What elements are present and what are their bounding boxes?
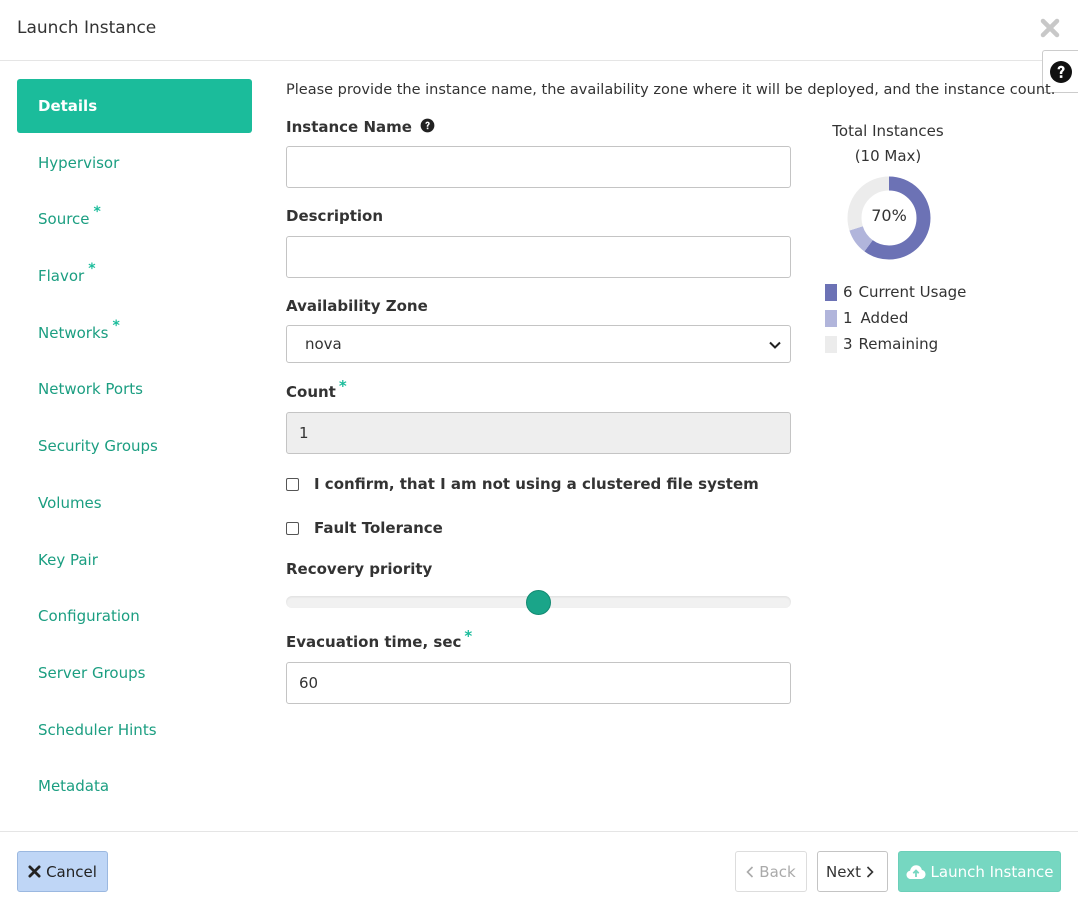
- instance-name-input[interactable]: [286, 146, 791, 188]
- recovery-priority-slider-handle[interactable]: [526, 590, 551, 615]
- description-input[interactable]: [286, 236, 791, 278]
- sidebar-item-details[interactable]: Details: [17, 79, 252, 133]
- availability-zone-value: nova: [305, 335, 342, 353]
- description-label: Description: [286, 207, 384, 225]
- quota-percent-label: 70%: [871, 206, 907, 225]
- close-icon[interactable]: [1038, 16, 1062, 40]
- fault-tolerance-label: Fault Tolerance: [314, 519, 443, 537]
- chevron-left-icon: [746, 865, 754, 878]
- cancel-button-label: Cancel: [46, 862, 97, 881]
- legend-item-current: 6 Current Usage: [825, 279, 966, 305]
- legend-count: 1: [843, 309, 853, 327]
- instance-name-label-text: Instance Name: [286, 118, 412, 136]
- sidebar-item-networks[interactable]: Networks *: [17, 306, 252, 360]
- recovery-priority-label: Recovery priority: [286, 560, 433, 578]
- sidebar-item-label: Scheduler Hints: [38, 720, 157, 739]
- legend-item-added: 1 Added: [825, 305, 966, 331]
- quota-title: Total Instances (10 Max): [818, 119, 958, 169]
- chevron-down-icon: [769, 341, 781, 349]
- sidebar-item-label: Source: [38, 210, 90, 229]
- sidebar-item-label: Configuration: [38, 607, 140, 626]
- sidebar-item-scheduler-hints[interactable]: Scheduler Hints: [17, 703, 252, 757]
- required-mark: *: [88, 261, 96, 278]
- legend-label: Remaining: [858, 335, 939, 353]
- launch-instance-button-label: Launch Instance: [930, 862, 1054, 881]
- required-mark: *: [93, 204, 101, 221]
- sidebar-item-volumes[interactable]: Volumes: [17, 476, 252, 530]
- availability-zone-label: Availability Zone: [286, 297, 428, 315]
- close-icon: [28, 865, 41, 878]
- sidebar-item-server-groups[interactable]: Server Groups: [17, 646, 252, 700]
- sidebar-item-label: Hypervisor: [38, 153, 120, 172]
- quota-legend: 6 Current Usage 1 Added 3 Remaining: [825, 279, 966, 357]
- cancel-button[interactable]: Cancel: [17, 851, 108, 892]
- details-intro-text: Please provide the instance name, the av…: [286, 82, 1056, 98]
- confirm-clustered-fs-checkbox-row[interactable]: I confirm, that I am not using a cluster…: [286, 475, 759, 493]
- confirm-clustered-fs-checkbox[interactable]: [286, 477, 299, 491]
- sidebar-item-network-ports[interactable]: Network Ports: [17, 362, 252, 416]
- wizard-sidebar: Details Hypervisor Source * Flavor * Netwo…: [17, 79, 252, 816]
- sidebar-item-label: Details: [38, 97, 98, 115]
- confirm-clustered-fs-label: I confirm, that I am not using a cluster…: [314, 475, 759, 493]
- count-label: Count *: [286, 377, 347, 401]
- sidebar-item-security-groups[interactable]: Security Groups: [17, 419, 252, 473]
- sidebar-item-label: Server Groups: [38, 663, 146, 682]
- availability-zone-select[interactable]: nova: [286, 325, 791, 363]
- chevron-right-icon: [866, 865, 874, 878]
- legend-swatch-remaining: [825, 335, 837, 353]
- launch-instance-modal: Launch Instance Details Hypervisor Sourc…: [0, 0, 1078, 908]
- sidebar-item-label: Security Groups: [38, 437, 158, 456]
- question-circle-icon: [1049, 60, 1072, 83]
- modal-footer: Cancel Back Next Launch Instance: [0, 831, 1078, 908]
- quota-title-line2: (10 Max): [854, 147, 922, 165]
- question-circle-icon[interactable]: [420, 118, 435, 133]
- cloud-upload-icon: [906, 864, 926, 879]
- modal-title: Launch Instance: [17, 18, 157, 38]
- modal-header: Launch Instance: [0, 0, 1078, 61]
- sidebar-item-hypervisor[interactable]: Hypervisor: [17, 136, 252, 190]
- sidebar-item-label: Network Ports: [38, 380, 143, 399]
- evacuation-time-label: Evacuation time, sec *: [286, 627, 472, 651]
- sidebar-item-source[interactable]: Source *: [17, 192, 252, 246]
- evacuation-time-input[interactable]: [286, 662, 791, 704]
- next-button-label: Next: [826, 862, 861, 881]
- legend-item-remaining: 3 Remaining: [825, 331, 966, 357]
- evacuation-time-label-text: Evacuation time, sec: [286, 633, 462, 651]
- legend-swatch-current: [825, 283, 837, 301]
- required-mark: *: [112, 317, 120, 334]
- sidebar-item-label: Metadata: [38, 777, 110, 796]
- count-input[interactable]: [286, 412, 791, 454]
- sidebar-item-label: Flavor: [38, 267, 85, 286]
- sidebar-item-key-pair[interactable]: Key Pair: [17, 533, 252, 587]
- sidebar-item-label: Volumes: [38, 493, 102, 512]
- legend-label: Added: [860, 309, 909, 327]
- legend-label: Current Usage: [858, 283, 967, 301]
- sidebar-item-configuration[interactable]: Configuration: [17, 589, 252, 643]
- legend-swatch-added: [825, 309, 837, 327]
- back-button-label: Back: [759, 862, 796, 881]
- sidebar-item-label: Key Pair: [38, 550, 98, 569]
- legend-count: 3: [843, 335, 853, 353]
- fault-tolerance-checkbox[interactable]: [286, 521, 299, 535]
- instance-name-label: Instance Name: [286, 118, 435, 136]
- sidebar-item-flavor[interactable]: Flavor *: [17, 249, 252, 303]
- launch-instance-button[interactable]: Launch Instance: [898, 851, 1061, 892]
- sidebar-item-label: Networks: [38, 323, 109, 342]
- required-mark: *: [464, 627, 473, 645]
- count-label-text: Count: [286, 383, 336, 401]
- back-button[interactable]: Back: [735, 851, 807, 892]
- legend-count: 6: [843, 283, 853, 301]
- sidebar-item-metadata[interactable]: Metadata: [17, 759, 252, 813]
- fault-tolerance-checkbox-row[interactable]: Fault Tolerance: [286, 519, 443, 537]
- next-button[interactable]: Next: [817, 851, 888, 892]
- quota-title-line1: Total Instances: [832, 122, 944, 140]
- required-mark: *: [338, 377, 347, 395]
